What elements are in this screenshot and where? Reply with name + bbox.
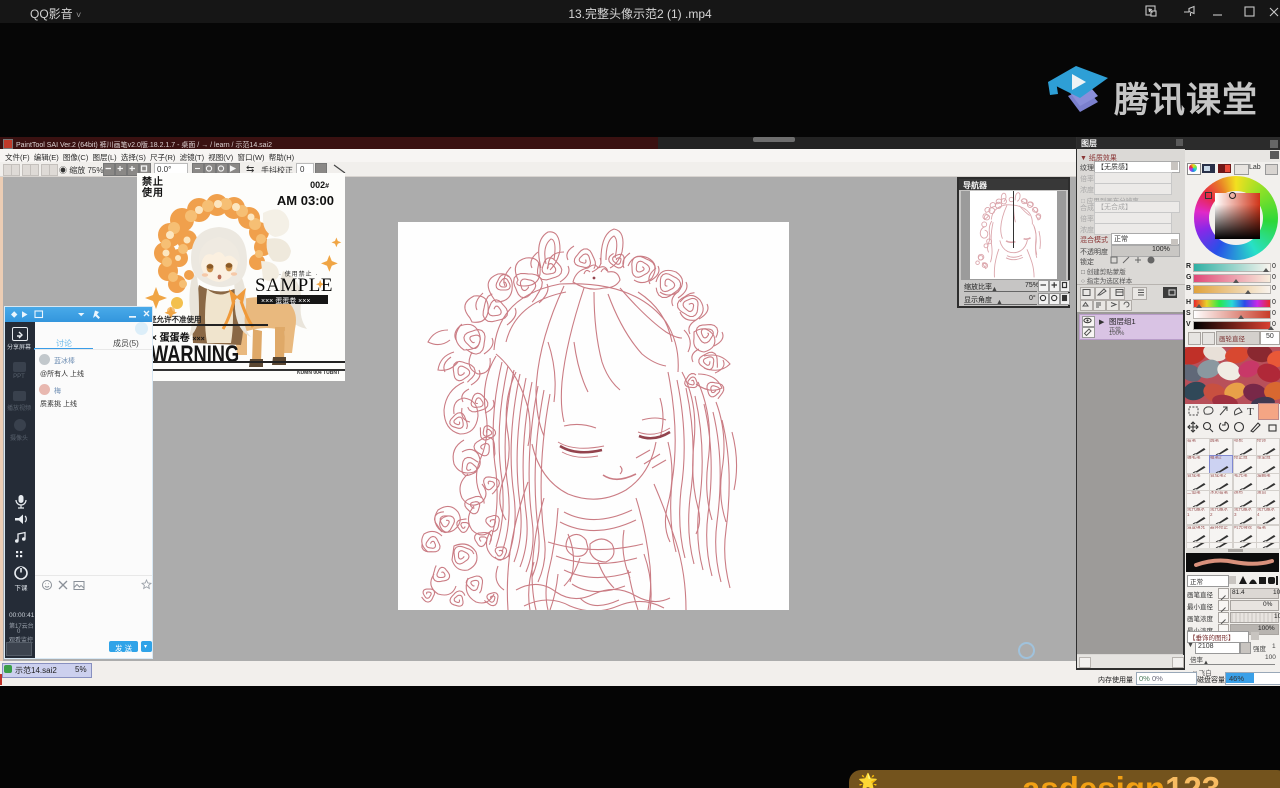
svg-text:T: T <box>1247 406 1254 418</box>
